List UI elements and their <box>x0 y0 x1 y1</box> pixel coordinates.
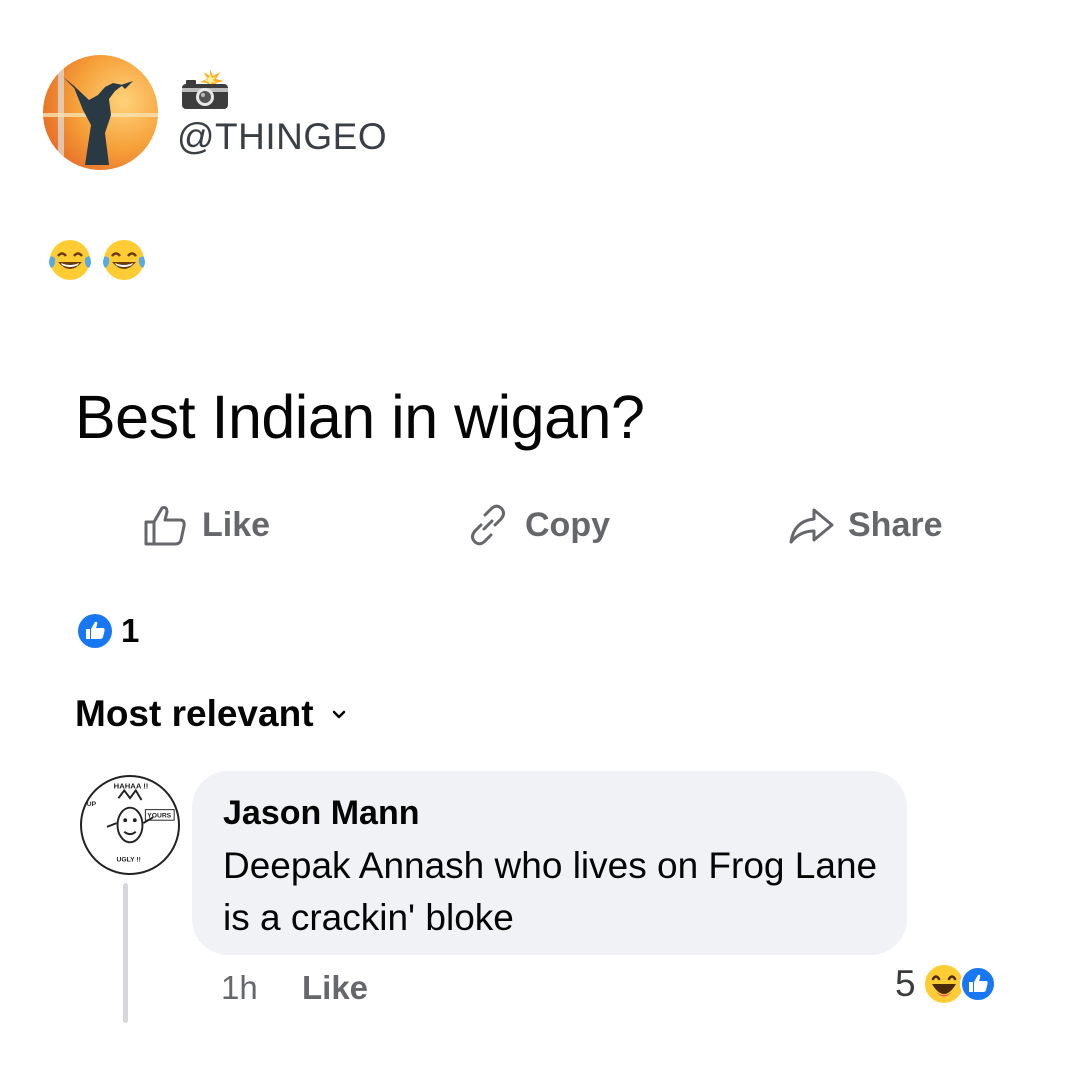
svg-text:UGLY !!: UGLY !! <box>117 856 141 863</box>
like-badge-icon <box>78 614 112 648</box>
svg-text:UP: UP <box>87 801 97 808</box>
liver-bird-statue-icon <box>43 60 158 170</box>
chevron-down-icon <box>332 710 345 719</box>
comment-like-button[interactable]: Like <box>302 969 368 1007</box>
svg-text:HAHAA !!: HAHAA !! <box>114 782 149 791</box>
post-text: Best Indian in wigan? <box>75 383 645 451</box>
camera-with-flash-icon <box>180 68 230 110</box>
cartoon-avatar-icon: HAHAA !! UP YOURS UGLY !! <box>87 782 175 863</box>
commenter-avatar[interactable]: HAHAA !! UP YOURS UGLY !! <box>80 775 180 875</box>
face-with-tears-of-joy-icon <box>49 240 91 280</box>
comment-author[interactable]: Jason Mann <box>223 794 419 833</box>
post-emojis <box>45 234 149 284</box>
author-handle[interactable]: @THINGEO <box>177 116 387 158</box>
face-with-tears-of-joy-icon <box>103 240 145 280</box>
comment-reaction-summary[interactable]: 5 <box>895 962 996 1006</box>
author-avatar[interactable] <box>43 55 158 170</box>
copy-button-label: Copy <box>525 505 610 544</box>
link-icon <box>471 504 505 546</box>
reaction-summary[interactable]: 1 <box>77 612 139 650</box>
share-arrow-icon <box>789 508 834 544</box>
comment-timestamp[interactable]: 1h <box>221 969 258 1007</box>
reaction-count: 1 <box>121 612 140 649</box>
sort-label: Most relevant <box>75 693 314 734</box>
like-badge-icon <box>959 966 996 1002</box>
comment-text: Deepak Annash who lives on Frog Lane is … <box>223 845 878 938</box>
share-button[interactable]: Share <box>786 500 943 550</box>
comment-thread-line <box>123 883 128 1023</box>
like-button[interactable]: Like <box>140 500 270 550</box>
like-button-label: Like <box>202 505 271 544</box>
copy-button[interactable]: Copy <box>463 500 610 550</box>
comments-sort-dropdown[interactable]: Most relevant <box>75 693 350 735</box>
share-button-label: Share <box>848 505 943 544</box>
comment-reaction-count: 5 <box>895 963 916 1004</box>
thumbs-up-icon <box>144 506 186 546</box>
